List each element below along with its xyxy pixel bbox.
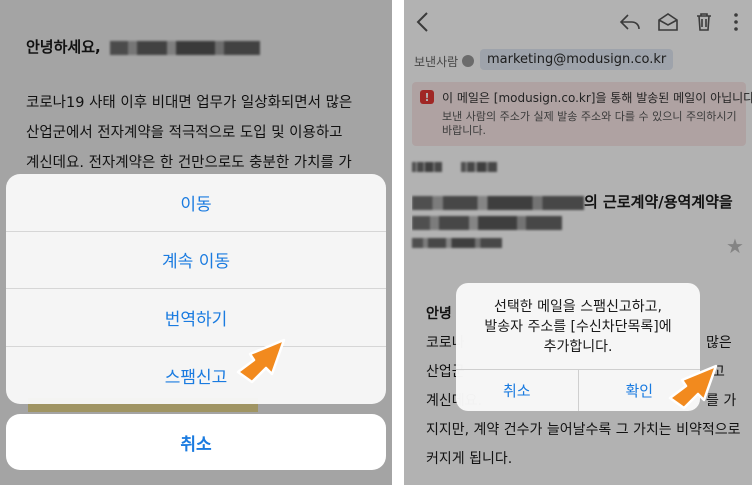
dialog-line: 발송자 주소를 [수신차단목록]에: [484, 319, 672, 335]
right-screen: 보낸사람 marketing@modusign.co.kr ! 이 메일은 [m…: [404, 0, 752, 485]
dialog-line: 선택한 메일을 스팸신고하고,: [494, 299, 662, 315]
translate-action[interactable]: 번역하기: [6, 289, 386, 347]
dialog-message: 선택한 메일을 스팸신고하고, 발송자 주소를 [수신차단목록]에 추가합니다.: [456, 297, 700, 357]
panel-divider: [392, 0, 404, 485]
cancel-sheet-button[interactable]: 취소: [6, 414, 386, 470]
continue-move-action[interactable]: 계속 이동: [6, 232, 386, 289]
pointer-arrow-icon: [668, 364, 718, 410]
pointer-arrow-icon: [236, 338, 286, 384]
left-screen: 안녕하세요, 코로나19 사태 이후 비대면 업무가 일상화되면서 많은 산업군…: [0, 0, 392, 485]
action-sheet: 이동 계속 이동 번역하기 스팸신고: [6, 174, 386, 404]
dialog-cancel-button[interactable]: 취소: [456, 370, 579, 411]
report-spam-action[interactable]: 스팸신고: [6, 347, 386, 405]
move-action[interactable]: 이동: [6, 174, 386, 232]
dialog-line: 추가합니다.: [543, 339, 613, 355]
